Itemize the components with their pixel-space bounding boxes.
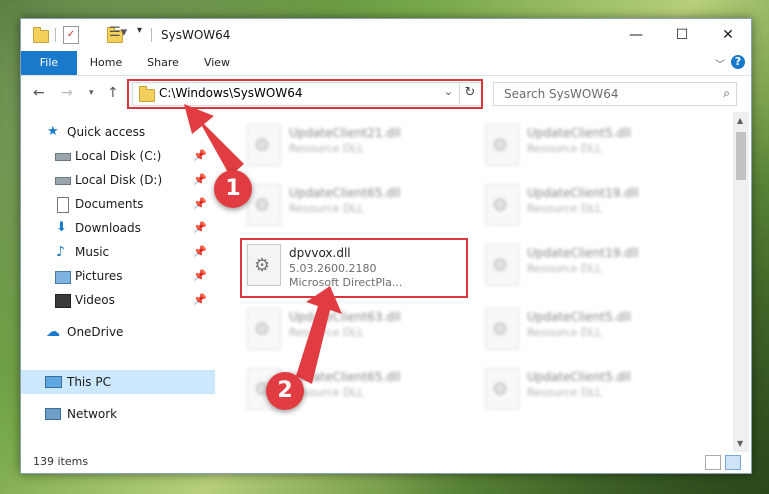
callout-step-1: 1 [214,170,252,208]
arrow-to-file [296,286,342,384]
callout-step-2: 2 [266,372,304,410]
annotation-arrows [184,104,342,384]
arrow-to-address [184,104,244,176]
